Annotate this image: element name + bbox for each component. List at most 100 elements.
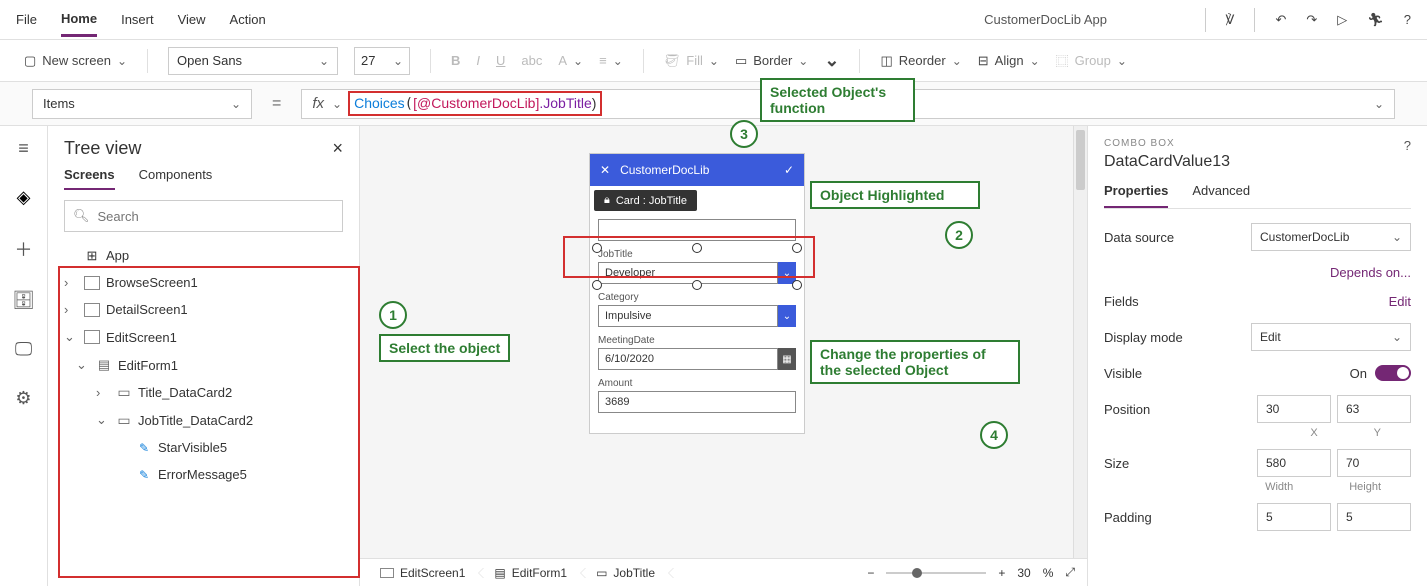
tree-title-datacard[interactable]: ›Title_DataCard2 — [56, 379, 351, 406]
selected-jobtitle-field[interactable]: JobTitle Developer ⌄ — [598, 249, 796, 284]
bold-button[interactable]: B — [451, 53, 460, 68]
meetingdate-input[interactable]: 6/10/2020 — [598, 348, 778, 370]
tree-view-icon[interactable]: ◈ — [17, 187, 31, 208]
fields-label: Fields — [1104, 294, 1139, 309]
tab-properties[interactable]: Properties — [1104, 183, 1168, 208]
annotation-4: Change the properties of the selected Ob… — [810, 340, 1020, 384]
form-title-bar: ✕ CustomerDocLib ✓ — [590, 154, 804, 186]
visible-toggle[interactable] — [1375, 365, 1411, 381]
menu-view[interactable]: View — [178, 4, 206, 35]
annotation-1: Select the object — [379, 334, 510, 362]
new-screen-button[interactable]: ▢ New screen — [24, 53, 127, 69]
tree-jobtitle-datacard[interactable]: ⌄JobTitle_DataCard2 — [56, 406, 351, 434]
padding-label: Padding — [1104, 510, 1251, 525]
form-submit-icon[interactable]: ✓ — [784, 163, 794, 177]
stethoscope-icon[interactable]: ℣ — [1226, 12, 1235, 28]
zoom-slider[interactable] — [886, 572, 986, 574]
settings-icon[interactable]: ⚙︎ — [15, 388, 31, 409]
menu-file[interactable]: File — [16, 4, 37, 35]
fill-button[interactable]: 🪣︎ Fill — [664, 53, 719, 69]
panel-help-icon[interactable]: ? — [1404, 138, 1411, 153]
position-y-input[interactable]: 63 — [1337, 395, 1411, 423]
align-button[interactable]: ⊟ Align — [978, 53, 1040, 69]
form-close-icon[interactable]: ✕ — [600, 163, 610, 177]
zoom-pct: % — [1043, 566, 1054, 580]
insert-icon[interactable]: ＋ — [15, 236, 33, 262]
italic-button[interactable]: I — [476, 53, 480, 68]
title-input[interactable] — [598, 219, 796, 241]
display-mode-select[interactable]: Edit — [1251, 323, 1411, 351]
tree-error-message[interactable]: ErrorMessage5 — [56, 461, 351, 488]
ribbon-chevron-icon[interactable]: ⌄ — [824, 50, 839, 71]
form-preview: ✕ CustomerDocLib ✓ 🔒︎ Card : JobTitle Jo… — [590, 154, 804, 433]
redo-icon[interactable]: ↷ — [1306, 12, 1317, 28]
close-panel-icon[interactable]: × — [332, 138, 343, 159]
category-input[interactable]: Impulsive — [598, 305, 778, 327]
menu-home[interactable]: Home — [61, 3, 97, 37]
canvas[interactable]: ✕ CustomerDocLib ✓ 🔒︎ Card : JobTitle Jo… — [360, 126, 1087, 586]
size-height-input[interactable]: 70 — [1337, 449, 1411, 477]
depends-on-link[interactable]: Depends on... — [1330, 265, 1411, 280]
data-icon[interactable]: 🗄︎ — [12, 290, 35, 311]
media-icon[interactable]: 🖵︎ — [15, 339, 32, 360]
zoom-value: 30 — [1017, 566, 1030, 580]
crumb-editscreen[interactable]: EditScreen1 — [368, 566, 482, 580]
control-type-label: COMBO BOX — [1104, 138, 1411, 149]
zoom-out-button[interactable]: − — [867, 566, 874, 580]
text-align-button[interactable]: ≡ — [599, 53, 623, 68]
crumb-editform[interactable]: ▤EditForm1 — [482, 566, 584, 580]
font-color-button[interactable]: A — [558, 53, 583, 68]
visible-label: Visible — [1104, 366, 1142, 381]
tree-view-panel: Tree view × Screens Components 🔍︎ ⊞App ›… — [48, 126, 360, 586]
tree-browse-screen[interactable]: ›BrowseScreen1 — [56, 269, 351, 296]
fields-edit-link[interactable]: Edit — [1389, 294, 1411, 309]
menu-insert[interactable]: Insert — [121, 4, 154, 35]
date-picker-icon[interactable]: ▦ — [778, 348, 796, 370]
tree-detail-screen[interactable]: ›DetailScreen1 — [56, 296, 351, 323]
strike-button[interactable]: abc — [521, 53, 542, 68]
tree-star-visible[interactable]: StarVisible5 — [56, 434, 351, 461]
category-dropdown-icon[interactable]: ⌄ — [778, 305, 796, 327]
tree-edit-screen[interactable]: ⌄EditScreen1 — [56, 323, 351, 351]
padding-bottom-input[interactable]: 5 — [1337, 503, 1411, 531]
display-mode-label: Display mode — [1104, 330, 1183, 345]
reorder-button[interactable]: ◫ Reorder — [880, 53, 961, 69]
properties-panel: COMBO BOX DataCardValue13 ? Properties A… — [1087, 126, 1427, 586]
amount-input[interactable]: 3689 — [598, 391, 796, 413]
position-x-input[interactable]: 30 — [1257, 395, 1331, 423]
menu-action[interactable]: Action — [230, 4, 266, 35]
category-label: Category — [598, 292, 796, 303]
search-input[interactable] — [98, 209, 334, 224]
jobtitle-input[interactable]: Developer — [598, 262, 778, 284]
tab-components[interactable]: Components — [139, 167, 213, 190]
tree-edit-form[interactable]: ⌄EditForm1 — [56, 351, 351, 379]
tree-app[interactable]: ⊞App — [56, 242, 351, 269]
play-icon[interactable]: ▷ — [1337, 12, 1347, 28]
zoom-in-button[interactable]: + — [998, 566, 1005, 580]
padding-top-input[interactable]: 5 — [1257, 503, 1331, 531]
undo-icon[interactable]: ↶ — [1275, 12, 1286, 28]
annotation-num-3: 3 — [730, 120, 758, 148]
help-icon[interactable]: ? — [1404, 12, 1411, 27]
menubar-actions: ℣ ↶ ↷ ▷ 🏃︎ ? — [1205, 8, 1411, 32]
fit-screen-icon[interactable]: ⤢ — [1065, 565, 1075, 580]
hamburger-icon[interactable]: ≡ — [18, 138, 29, 159]
font-size-select[interactable]: 27 — [354, 47, 410, 75]
left-rail: ≡ ◈ ＋ 🗄︎ 🖵︎ ⚙︎ — [0, 126, 48, 586]
underline-button[interactable]: U — [496, 53, 505, 68]
size-width-input[interactable]: 580 — [1257, 449, 1331, 477]
font-select[interactable]: Open Sans — [168, 47, 338, 75]
property-select[interactable]: Items — [32, 89, 252, 119]
group-button[interactable]: ⿴ Group — [1056, 51, 1127, 70]
tab-advanced[interactable]: Advanced — [1192, 183, 1250, 208]
crumb-jobtitle[interactable]: ▭JobTitle — [584, 566, 672, 580]
share-icon[interactable]: 🏃︎ — [1367, 12, 1384, 28]
vertical-scrollbar[interactable] — [1073, 126, 1087, 562]
tree-search[interactable]: 🔍︎ — [64, 200, 343, 232]
chevron-down-icon[interactable] — [332, 96, 342, 111]
tab-screens[interactable]: Screens — [64, 167, 115, 190]
border-button[interactable]: ▭ Border — [735, 53, 808, 69]
data-source-select[interactable]: CustomerDocLib — [1251, 223, 1411, 251]
data-source-label: Data source — [1104, 230, 1174, 245]
formula-expand-icon[interactable] — [1374, 96, 1384, 111]
